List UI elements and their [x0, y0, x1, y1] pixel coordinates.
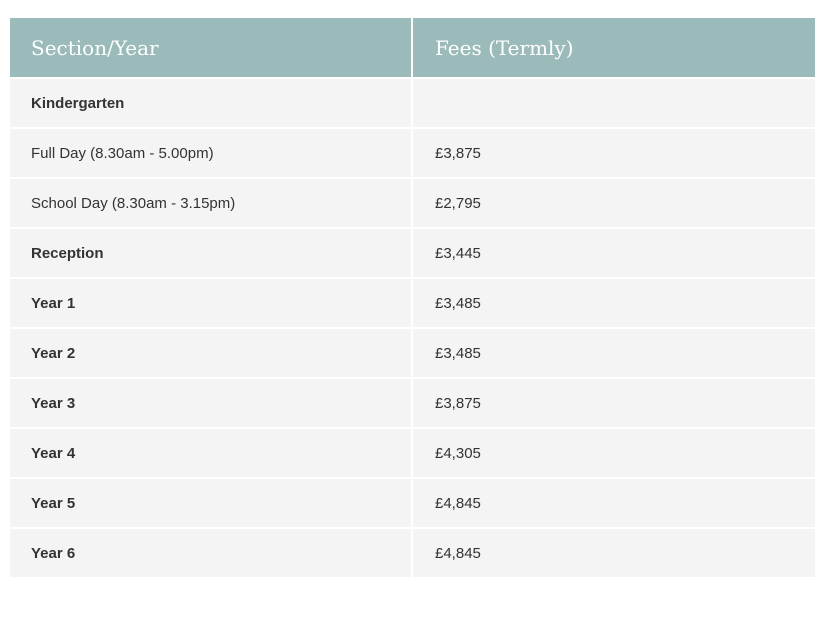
fee-cell: £3,485: [411, 327, 815, 377]
fee-cell: [411, 77, 815, 127]
section-cell: Year 1: [10, 277, 411, 327]
table-row: Year 5 £4,845: [10, 477, 815, 527]
fee-cell: £3,875: [411, 127, 815, 177]
fee-cell: £3,485: [411, 277, 815, 327]
fee-cell: £4,845: [411, 527, 815, 577]
table-row: Year 2 £3,485: [10, 327, 815, 377]
table-row: Full Day (8.30am - 5.00pm) £3,875: [10, 127, 815, 177]
fee-cell: £2,795: [411, 177, 815, 227]
header-fees-termly: Fees (Termly): [411, 18, 815, 77]
section-cell: Year 6: [10, 527, 411, 577]
table-header: Section/Year Fees (Termly): [10, 18, 815, 77]
header-row: Section/Year Fees (Termly): [10, 18, 815, 77]
section-cell: Year 3: [10, 377, 411, 427]
table-row: Year 4 £4,305: [10, 427, 815, 477]
table-row: School Day (8.30am - 3.15pm) £2,795: [10, 177, 815, 227]
table-row: Kindergarten: [10, 77, 815, 127]
section-cell: School Day (8.30am - 3.15pm): [10, 177, 411, 227]
table-row: Reception £3,445: [10, 227, 815, 277]
section-cell: Year 5: [10, 477, 411, 527]
table-row: Year 6 £4,845: [10, 527, 815, 577]
header-section-year: Section/Year: [10, 18, 411, 77]
table-row: Year 3 £3,875: [10, 377, 815, 427]
fee-cell: £3,875: [411, 377, 815, 427]
table-row: Year 1 £3,485: [10, 277, 815, 327]
section-cell: Year 4: [10, 427, 411, 477]
fee-cell: £4,845: [411, 477, 815, 527]
section-cell: Kindergarten: [10, 77, 411, 127]
section-cell: Reception: [10, 227, 411, 277]
fee-cell: £3,445: [411, 227, 815, 277]
fees-table: Section/Year Fees (Termly) Kindergarten …: [10, 18, 815, 577]
fee-cell: £4,305: [411, 427, 815, 477]
section-cell: Year 2: [10, 327, 411, 377]
table-body: Kindergarten Full Day (8.30am - 5.00pm) …: [10, 77, 815, 577]
section-cell: Full Day (8.30am - 5.00pm): [10, 127, 411, 177]
